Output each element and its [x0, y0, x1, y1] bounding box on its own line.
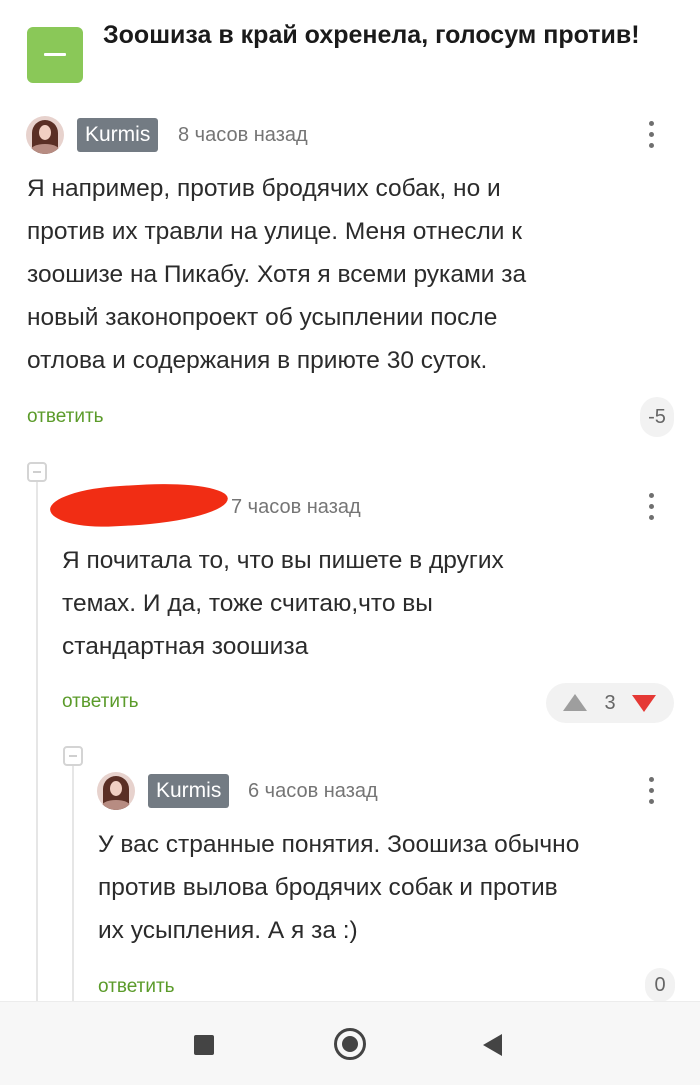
collapse-post-icon[interactable] [27, 27, 83, 83]
collapse-thread-icon[interactable] [63, 746, 83, 766]
collapse-thread-icon[interactable] [27, 462, 47, 482]
comment-line: их усыпления. А я за :) [98, 917, 358, 944]
comment-line: против их травли на улице. Меня отнесли … [27, 218, 522, 245]
triangle-back-icon[interactable] [483, 1034, 502, 1056]
kebab-menu-icon[interactable] [642, 490, 662, 524]
comment-line: против вылова бродячих собак и против [98, 874, 558, 901]
avatar[interactable] [26, 116, 64, 154]
comment-text: Я почитала то, что вы пишете в других те… [62, 539, 672, 668]
comment-text: У вас странные понятия. Зоошиза обычно п… [98, 823, 678, 952]
comment-line: новый законопроект об усыплении после [27, 304, 498, 331]
comment-line: Я почитала то, что вы пишете в других [62, 547, 504, 574]
reply-link[interactable]: ответить [62, 687, 139, 717]
comment-line: стандартная зоошиза [62, 633, 309, 660]
post-header: Зоошиза в край охренела, голосум против! [0, 0, 700, 110]
reply-link[interactable]: ответить [27, 402, 104, 432]
comment-time: 7 часов назад [231, 496, 361, 518]
comment-line: зоошизе на Пикабу. Хотя я всеми руками з… [27, 261, 527, 288]
comment-time: 8 часов назад [178, 124, 308, 146]
author-nick[interactable]: Kurmis [77, 118, 159, 152]
kebab-menu-icon[interactable] [642, 118, 662, 152]
rating-value: 0 [645, 968, 675, 1002]
rating-value: 3 [604, 692, 616, 714]
reply-link[interactable]: ответить [98, 972, 175, 1002]
rating-widget: 3 [546, 683, 674, 723]
comment-time: 6 часов назад [248, 780, 378, 802]
android-navigation-bar [0, 1001, 700, 1085]
author-nick[interactable]: Kurmis [148, 774, 230, 808]
comment-line: У вас странные понятия. Зоошиза обычно [98, 831, 580, 858]
thread-line [36, 480, 38, 1001]
square-recents-icon[interactable] [194, 1035, 214, 1055]
rating-value: -5 [640, 397, 674, 437]
comment-line: темах. И да, тоже считаю,что вы [62, 590, 433, 617]
post-title[interactable]: Зоошиза в край охренела, голосум против! [103, 18, 673, 53]
kebab-menu-icon[interactable] [642, 774, 662, 808]
circle-home-icon[interactable] [334, 1028, 366, 1060]
thread-line [72, 765, 74, 1001]
comment-text: Я например, против бродячих собак, но и … [27, 167, 677, 382]
comment-line: Я например, против бродячих собак, но и [27, 175, 501, 202]
redacted-author [49, 480, 229, 530]
triangle-up-icon[interactable] [563, 694, 587, 711]
avatar[interactable] [97, 772, 135, 810]
comment-line: отлова и содержания в приюте 30 суток. [27, 347, 488, 374]
triangle-down-icon[interactable] [632, 695, 656, 712]
